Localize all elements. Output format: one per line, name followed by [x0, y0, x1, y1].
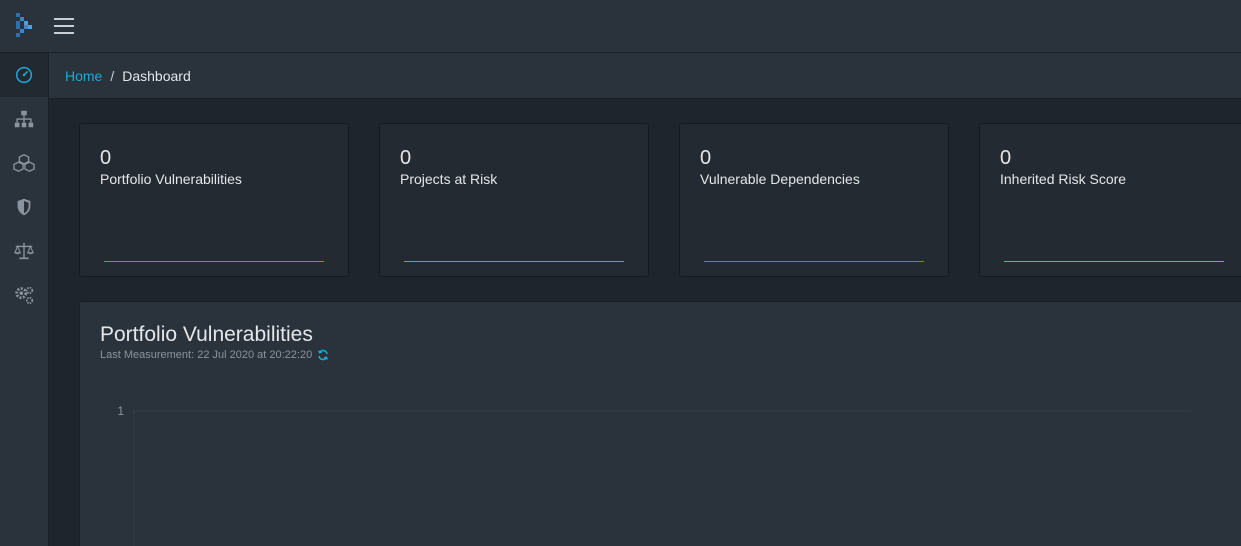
metric-value: 0: [400, 147, 412, 169]
balance-scale-icon: [13, 242, 35, 260]
metric-sparkline: [704, 261, 924, 262]
top-navbar: [0, 0, 1241, 53]
metric-card-projects-at-risk: 0 Projects at Risk: [379, 123, 649, 277]
sidebar-item-vulnerabilities[interactable]: [0, 185, 48, 229]
metric-value: 0: [700, 147, 712, 169]
metric-sparkline: [404, 261, 624, 262]
vulnerabilities-chart: 1: [117, 404, 1191, 546]
portfolio-vulnerabilities-panel: Portfolio Vulnerabilities Last Measureme…: [79, 301, 1241, 546]
metric-label: Projects at Risk: [400, 171, 498, 187]
cogs-icon: [15, 286, 34, 305]
cubes-icon: [13, 153, 35, 173]
hamburger-menu-icon[interactable]: [52, 14, 76, 38]
panel-title: Portfolio Vulnerabilities: [100, 323, 313, 346]
breadcrumb-home-link[interactable]: Home: [65, 68, 102, 84]
metric-label: Vulnerable Dependencies: [700, 171, 860, 187]
sidebar-item-administration[interactable]: [0, 273, 48, 317]
sidebar-item-policy[interactable]: [0, 229, 48, 273]
refresh-icon[interactable]: [317, 349, 329, 361]
metric-value: 0: [1000, 147, 1012, 169]
speedometer-icon: [15, 66, 33, 84]
panel-subtitle: Last Measurement: 22 Jul 2020 at 20:22:2…: [100, 349, 329, 361]
metric-value: 0: [100, 147, 112, 169]
breadcrumb-separator: /: [110, 68, 115, 84]
sidebar-item-dashboard[interactable]: [0, 53, 48, 97]
breadcrumb: Home / Dashboard: [49, 53, 1241, 99]
metric-sparkline: [104, 261, 324, 262]
metric-label: Portfolio Vulnerabilities: [100, 171, 242, 187]
breadcrumb-current: Dashboard: [122, 68, 191, 84]
metric-card-portfolio-vulnerabilities: 0 Portfolio Vulnerabilities: [79, 123, 349, 277]
chart-axis: 1: [117, 404, 135, 546]
sidebar-item-projects[interactable]: [0, 97, 48, 141]
dependency-track-logo-icon[interactable]: [14, 11, 34, 39]
metric-label: Inherited Risk Score: [1000, 171, 1127, 187]
chart-ytick-label: 1: [117, 404, 124, 418]
shield-icon: [17, 198, 31, 216]
metric-sparkline: [1004, 261, 1224, 262]
sidebar: [0, 53, 49, 546]
metric-card-vulnerable-dependencies: 0 Vulnerable Dependencies: [679, 123, 949, 277]
last-measurement-text: Last Measurement: 22 Jul 2020 at 20:22:2…: [100, 349, 313, 361]
sidebar-item-components[interactable]: [0, 141, 48, 185]
metric-card-inherited-risk-score: 0 Inherited Risk Score: [979, 123, 1241, 277]
sitemap-icon: [14, 110, 34, 128]
